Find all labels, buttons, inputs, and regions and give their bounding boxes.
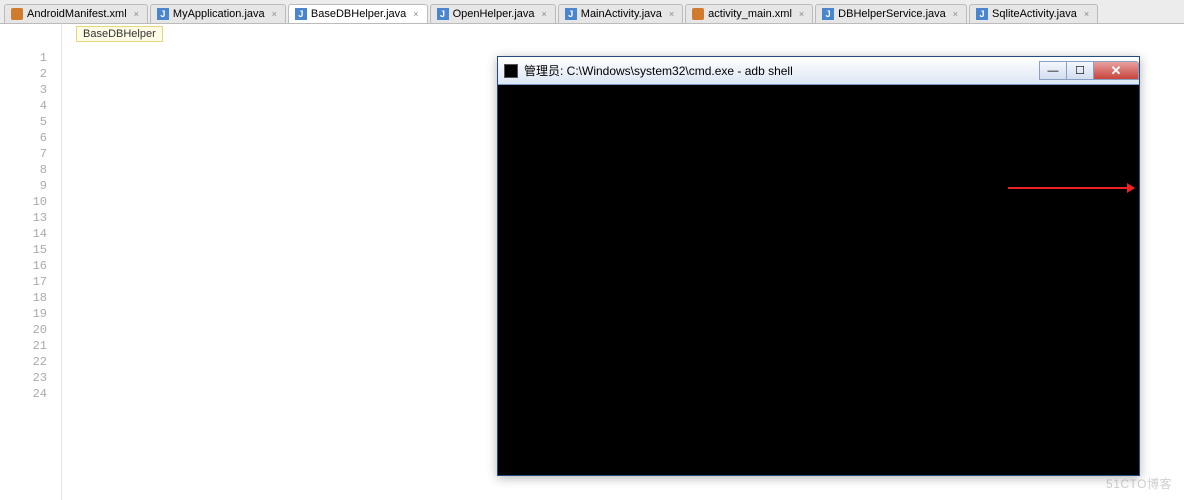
tab-openhelper-java[interactable]: OpenHelper.java ×	[430, 4, 556, 23]
tab-label: activity_main.xml	[708, 8, 792, 20]
line-number: 14	[0, 226, 47, 242]
close-icon[interactable]: ×	[953, 9, 958, 19]
close-button[interactable]: ✕	[1093, 61, 1139, 80]
tab-label: MainActivity.java	[581, 8, 662, 20]
watermark: 51CTO博客	[1106, 475, 1172, 492]
tab-label: DBHelperService.java	[838, 8, 946, 20]
tab-label: OpenHelper.java	[453, 8, 535, 20]
line-number: 17	[0, 274, 47, 290]
line-number: 2	[0, 66, 47, 82]
line-number: 21	[0, 338, 47, 354]
tab-myapplication-java[interactable]: MyApplication.java ×	[150, 4, 286, 23]
close-icon[interactable]: ×	[413, 9, 418, 19]
java-file-icon	[157, 8, 169, 20]
window-controls: — ☐ ✕	[1040, 61, 1139, 80]
tab-mainactivity-java[interactable]: MainActivity.java ×	[558, 4, 683, 23]
breadcrumb[interactable]: BaseDBHelper	[76, 26, 163, 42]
tab-label: MyApplication.java	[173, 8, 265, 20]
line-number: 24	[0, 386, 47, 402]
line-number: 19	[0, 306, 47, 322]
close-icon[interactable]: ×	[542, 9, 547, 19]
java-file-icon	[822, 8, 834, 20]
close-icon[interactable]: ×	[272, 9, 277, 19]
terminal-title-text: 管理员: C:\Windows\system32\cmd.exe - adb s…	[524, 62, 1040, 79]
maximize-button[interactable]: ☐	[1066, 61, 1094, 80]
tab-androidmanifest-xml[interactable]: AndroidManifest.xml ×	[4, 4, 148, 23]
line-number: 4	[0, 98, 47, 114]
line-number: 3	[0, 82, 47, 98]
xml-file-icon	[692, 8, 704, 20]
java-file-icon	[295, 8, 307, 20]
line-number: 5	[0, 114, 47, 130]
xml-file-icon	[11, 8, 23, 20]
line-number: 9	[0, 178, 47, 194]
line-number: 16	[0, 258, 47, 274]
line-number: 20	[0, 322, 47, 338]
line-number: 8	[0, 162, 47, 178]
line-number: 15	[0, 242, 47, 258]
close-icon[interactable]: ×	[1084, 9, 1089, 19]
tab-basedbhelper-java[interactable]: BaseDBHelper.java ×	[288, 4, 428, 23]
tab-label: BaseDBHelper.java	[311, 8, 406, 20]
line-number: 18	[0, 290, 47, 306]
tab-label: AndroidManifest.xml	[27, 8, 127, 20]
line-number: 7	[0, 146, 47, 162]
tab-dbhelperservice-java[interactable]: DBHelperService.java ×	[815, 4, 967, 23]
line-number: 22	[0, 354, 47, 370]
terminal-window[interactable]: 管理员: C:\Windows\system32\cmd.exe - adb s…	[497, 56, 1140, 476]
line-number: 23	[0, 370, 47, 386]
tab-label: SqliteActivity.java	[992, 8, 1077, 20]
close-icon[interactable]: ×	[669, 9, 674, 19]
line-gutter: 12345678910131415161718192021222324	[0, 24, 62, 500]
line-number: 13	[0, 210, 47, 226]
tab-sqliteactivity-java[interactable]: SqliteActivity.java ×	[969, 4, 1098, 23]
close-icon[interactable]: ×	[134, 9, 139, 19]
java-file-icon	[976, 8, 988, 20]
java-file-icon	[437, 8, 449, 20]
terminal-titlebar[interactable]: 管理员: C:\Windows\system32\cmd.exe - adb s…	[498, 57, 1139, 85]
terminal-icon	[504, 64, 518, 78]
close-icon[interactable]: ×	[799, 9, 804, 19]
editor-tabs: AndroidManifest.xml×MyApplication.java×B…	[0, 0, 1184, 24]
java-file-icon	[565, 8, 577, 20]
line-number: 6	[0, 130, 47, 146]
line-number: 1	[0, 50, 47, 66]
terminal-body[interactable]	[498, 85, 1139, 133]
line-number: 10	[0, 194, 47, 210]
tab-activity_main-xml[interactable]: activity_main.xml ×	[685, 4, 813, 23]
minimize-button[interactable]: —	[1039, 61, 1067, 80]
